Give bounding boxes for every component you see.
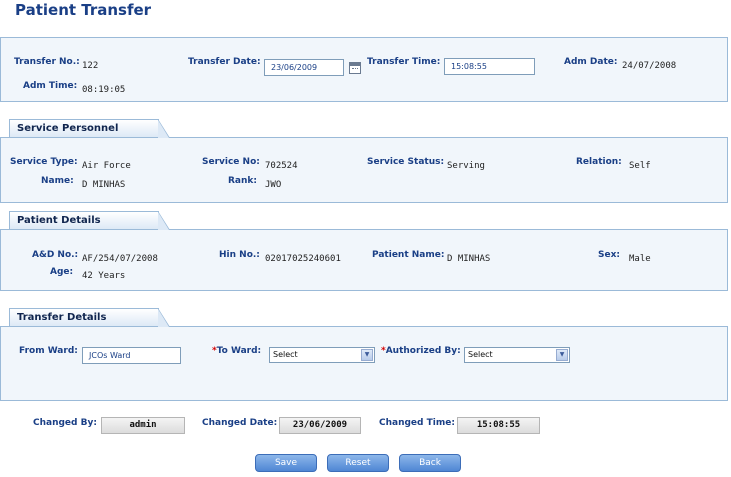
changed-by-value: admin <box>101 417 185 434</box>
transfer-date-label: Transfer Date: <box>188 57 261 67</box>
adm-time-value: 08:19:05 <box>82 85 126 95</box>
transfer-time-label: Transfer Time: <box>367 57 441 67</box>
ad-no-value: AF/254/07/2008 <box>82 254 158 264</box>
transfer-no-value: 122 <box>82 61 99 71</box>
name-value: D MINHAS <box>82 180 126 190</box>
adm-date-value: 24/07/2008 <box>622 61 677 71</box>
to-ward-selected: Select <box>273 350 298 359</box>
hin-no-label: Hin No.: <box>219 250 260 260</box>
relation-value: Self <box>629 161 651 171</box>
changed-time-value: 15:08:55 <box>457 417 540 434</box>
sex-label: Sex: <box>598 250 620 260</box>
patient-name-value: D MINHAS <box>447 254 491 264</box>
reset-button[interactable]: Reset <box>327 454 389 472</box>
service-type-value: Air Force <box>82 161 131 171</box>
from-ward-field[interactable]: JCOs Ward <box>82 347 181 364</box>
from-ward-label: From Ward: <box>19 346 78 356</box>
service-no-value: 702524 <box>265 161 298 171</box>
changed-by-label: Changed By: <box>33 418 97 428</box>
to-ward-label: *To Ward: <box>212 346 261 356</box>
authorized-by-select[interactable]: Select ▼ <box>464 347 570 363</box>
hin-no-value: 02017025240601 <box>265 254 341 264</box>
name-label: Name: <box>41 176 74 186</box>
authorized-by-label-text: Authorized By: <box>385 346 461 356</box>
age-label: Age: <box>50 267 74 277</box>
authorized-by-label: *Authorized By: <box>381 346 461 356</box>
service-type-label: Service Type: <box>10 157 78 167</box>
calendar-icon[interactable] <box>349 62 361 74</box>
service-no-label: Service No: <box>202 157 260 167</box>
service-personnel-header: Service Personnel Details <box>9 119 170 152</box>
transfer-time-field[interactable]: 15:08:55 <box>444 58 535 75</box>
back-button[interactable]: Back <box>399 454 461 472</box>
service-status-value: Serving <box>447 161 485 171</box>
ad-no-label: A&D No.: <box>32 250 79 260</box>
relation-label: Relation: <box>576 157 622 167</box>
adm-time-label: Adm Time: <box>23 81 78 91</box>
save-button[interactable]: Save <box>255 454 317 472</box>
sex-value: Male <box>629 254 651 264</box>
chevron-down-icon[interactable]: ▼ <box>556 349 568 361</box>
rank-label: Rank: <box>228 176 257 186</box>
transfer-no-label: Transfer No.: <box>14 57 80 67</box>
transfer-date-field[interactable]: 23/06/2009 <box>264 59 344 76</box>
authorized-by-selected: Select <box>468 350 493 359</box>
changed-date-value: 23/06/2009 <box>279 417 361 434</box>
adm-date-label: Adm Date: <box>564 57 618 67</box>
rank-value: JWO <box>265 180 282 190</box>
to-ward-select[interactable]: Select ▼ <box>269 347 375 363</box>
age-value: 42 Years <box>82 271 126 281</box>
patient-details-header: Patient Details <box>9 211 170 230</box>
transfer-details-header: Transfer Details <box>9 308 170 327</box>
changed-date-label: Changed Date: <box>202 418 278 428</box>
changed-time-label: Changed Time: <box>379 418 455 428</box>
to-ward-label-text: To Ward: <box>216 346 262 356</box>
service-status-label: Service Status: <box>367 157 445 167</box>
chevron-down-icon[interactable]: ▼ <box>361 349 373 361</box>
patient-name-label: Patient Name: <box>372 250 445 260</box>
page-title: Patient Transfer <box>15 1 152 19</box>
